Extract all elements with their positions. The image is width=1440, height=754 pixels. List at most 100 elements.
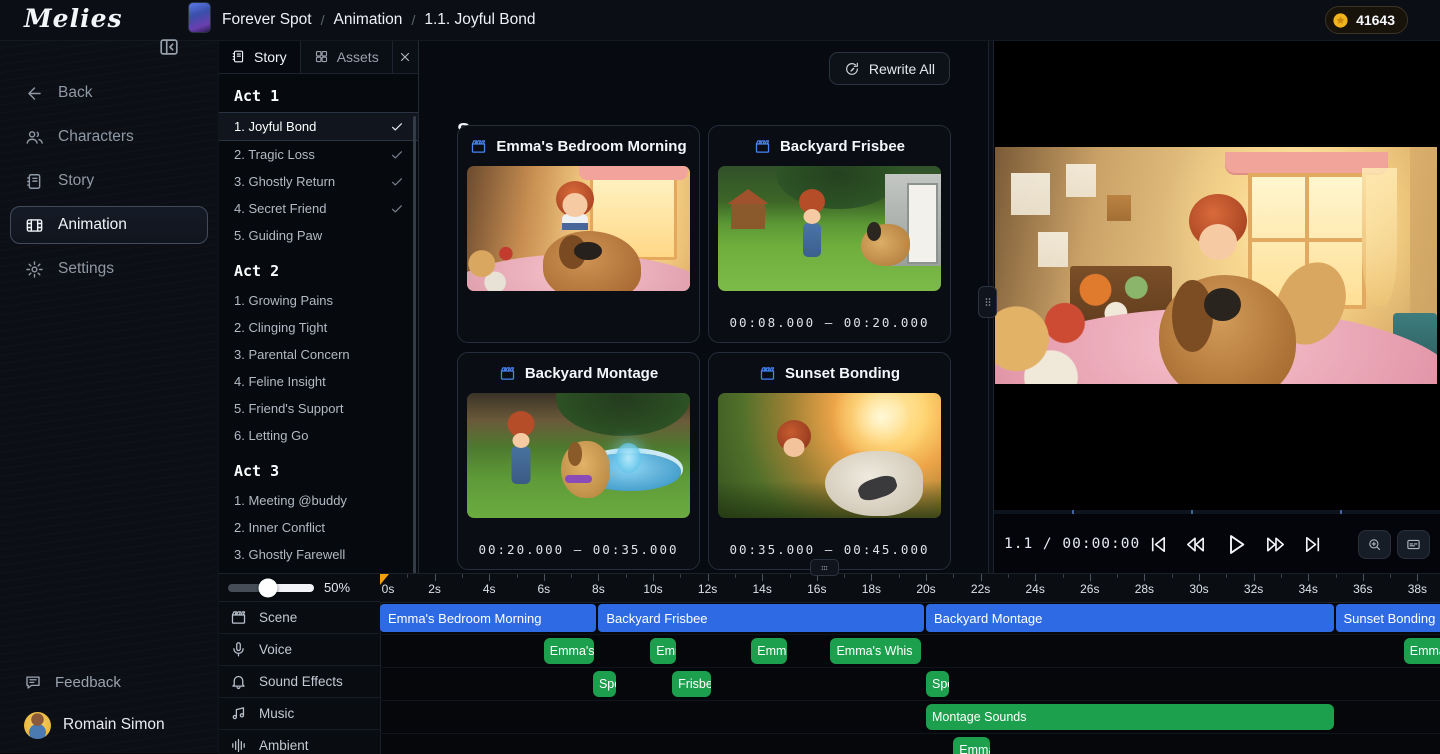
book-icon — [231, 49, 246, 64]
sidebar-item-back[interactable]: Back — [10, 74, 208, 112]
scene-list-item-3-ghostly-return[interactable]: 3. Ghostly Return — [218, 168, 418, 195]
skip-to-end-icon[interactable] — [1302, 533, 1325, 556]
tab-story[interactable]: Story — [218, 40, 301, 73]
ruler-tick — [1226, 574, 1227, 578]
timeline-lanes: Emma's Bedroom MorningBackyard FrisbeeBa… — [380, 602, 1440, 754]
scene-list-item-1-joyful-bond[interactable]: 1. Joyful Bond — [218, 112, 418, 141]
scene-card-backyard-montage[interactable]: Backyard Montage00:20.000 – 00:35.000 — [457, 352, 700, 570]
timeline-zoom-value: 50% — [324, 580, 350, 595]
scene-card-backyard-frisbee[interactable]: Backyard Frisbee00:08.000 – 00:20.000 — [708, 125, 951, 343]
fast-forward-icon[interactable] — [1264, 533, 1287, 556]
zoom-in-button[interactable] — [1358, 530, 1391, 559]
ruler-tick — [680, 574, 681, 578]
timeline-resize-handle[interactable] — [810, 559, 839, 576]
timeline-clip-spo[interactable]: Spo — [926, 671, 949, 697]
scene-list-item-label: 5. Guiding Paw — [234, 228, 322, 243]
sidebar-item-story[interactable]: Story — [10, 162, 208, 200]
ruler-label: 2s — [428, 582, 441, 596]
timeline-clip-backyard-frisbee[interactable]: Backyard Frisbee — [598, 604, 924, 632]
timeline-clip-emma[interactable]: Emma — [751, 638, 787, 664]
scene-list-item-6-letting-go[interactable]: 6. Letting Go — [218, 422, 418, 449]
play-icon[interactable] — [1222, 531, 1249, 558]
scene-list-item-4-secret-friend[interactable]: 4. Secret Friend — [218, 195, 418, 222]
sidebar-item-characters[interactable]: Characters — [10, 118, 208, 156]
scene-list-item-label: 1. Joyful Bond — [234, 119, 316, 134]
track-label: Scene — [259, 610, 297, 625]
sidebar-item-animation[interactable]: Animation — [10, 206, 208, 244]
ruler-tick — [653, 574, 654, 581]
breadcrumb-project[interactable]: Forever Spot — [222, 11, 312, 29]
check-icon — [390, 148, 404, 162]
timeline-clip-emma-s[interactable]: Emma's — [544, 638, 594, 664]
scene-list-item-4-feline-insight[interactable]: 4. Feline Insight — [218, 368, 418, 395]
ruler-tick — [598, 574, 599, 581]
ruler-label: 28s — [1135, 582, 1154, 596]
scene-list-item-2-inner-conflict[interactable]: 2. Inner Conflict — [218, 514, 418, 541]
ruler-tick — [1144, 574, 1145, 581]
ruler-tick — [708, 574, 709, 581]
track-label: Sound Effects — [259, 674, 343, 689]
scene-list-item-1-growing-pains[interactable]: 1. Growing Pains — [218, 287, 418, 314]
check-icon — [390, 120, 404, 134]
video-preview[interactable] — [995, 147, 1437, 384]
timeline-clip-sunset-bonding[interactable]: Sunset Bonding — [1336, 604, 1440, 632]
story-panel-scrollbar[interactable] — [413, 116, 416, 573]
ruler-tick — [1254, 574, 1255, 581]
captions-button[interactable] — [1397, 530, 1430, 559]
timeline-clip-emma[interactable]: Emma — [1404, 638, 1440, 664]
timeline-clip-emma[interactable]: Emma — [650, 638, 675, 664]
timeline-clip-montage-sounds[interactable]: Montage Sounds — [926, 704, 1334, 730]
timeline-clip-emma[interactable]: Emma — [953, 737, 989, 754]
tab-assets[interactable]: Assets — [301, 40, 393, 73]
slider-thumb[interactable] — [258, 578, 277, 597]
close-panel-button[interactable] — [393, 40, 418, 73]
feedback-button[interactable]: Feedback — [10, 665, 208, 699]
feedback-label: Feedback — [55, 674, 121, 691]
timeline-ruler[interactable]: 0s2s4s6s8s10s12s14s16s18s20s22s24s26s28s… — [380, 574, 1440, 603]
video-preview-panel — [992, 40, 1440, 513]
clip-label: Emma's Whis — [836, 644, 912, 658]
tab-story-label: Story — [254, 49, 287, 65]
clapperboard-icon — [754, 138, 771, 155]
scene-thumbnail — [467, 166, 690, 291]
sidebar-item-label: Animation — [58, 216, 127, 234]
ruler-label: 32s — [1244, 582, 1263, 596]
music-note-icon — [230, 705, 247, 722]
collapse-sidebar-icon[interactable] — [158, 36, 180, 58]
scene-list-item-1-meeting-buddy[interactable]: 1. Meeting @buddy — [218, 487, 418, 514]
scene-card-sunset-bonding[interactable]: Sunset Bonding00:35.000 – 00:45.000 — [708, 352, 951, 570]
rewrite-all-button[interactable]: Rewrite All — [829, 52, 950, 85]
timeline-clip-spo[interactable]: Spo — [593, 671, 616, 697]
panel-resize-handle[interactable] — [978, 286, 997, 318]
clapperboard-icon — [230, 609, 247, 626]
bell-icon — [230, 673, 247, 690]
track-header-music: Music — [218, 698, 380, 730]
timeline-clip-emma-s-bedroom-morning[interactable]: Emma's Bedroom Morning — [380, 604, 596, 632]
skip-to-start-icon[interactable] — [1146, 533, 1169, 556]
scene-card-emma-s-bedroom-morning[interactable]: Emma's Bedroom Morning — [457, 125, 700, 343]
rewrite-icon — [844, 61, 860, 77]
sidebar-item-settings[interactable]: Settings — [10, 250, 208, 288]
timeline-clip-backyard-montage[interactable]: Backyard Montage — [926, 604, 1334, 632]
scene-list-item-label: 5. Friend's Support — [234, 401, 343, 416]
ruler-tick — [517, 574, 518, 578]
ruler-label: 0s — [382, 582, 395, 596]
timeline-clip-frisbe[interactable]: Frisbe — [672, 671, 711, 697]
scene-list-item-2-clinging-tight[interactable]: 2. Clinging Tight — [218, 314, 418, 341]
scene-list-item-5-guiding-paw[interactable]: 5. Guiding Paw — [218, 222, 418, 249]
scene-list-item-3-ghostly-farewell[interactable]: 3. Ghostly Farewell — [218, 541, 418, 568]
breadcrumb-section[interactable]: Animation — [334, 11, 403, 29]
ruler-label: 4s — [483, 582, 496, 596]
ruler-tick — [544, 574, 545, 581]
credits-badge[interactable]: 41643 — [1325, 6, 1408, 34]
scene-list-item-2-tragic-loss[interactable]: 2. Tragic Loss — [218, 141, 418, 168]
timeline-clip-emma-s-whis[interactable]: Emma's Whis — [830, 638, 921, 664]
scene-card-title: Backyard Frisbee — [780, 138, 905, 155]
scene-list-item-5-friend-s-support[interactable]: 5. Friend's Support — [218, 395, 418, 422]
scene-list-item-3-parental-concern[interactable]: 3. Parental Concern — [218, 341, 418, 368]
playback-controls — [1146, 531, 1325, 558]
breadcrumb-scene[interactable]: 1.1. Joyful Bond — [424, 11, 535, 29]
user-menu[interactable]: Romain Simon — [0, 707, 218, 743]
timeline-zoom-slider[interactable] — [228, 584, 314, 592]
rewind-icon[interactable] — [1184, 533, 1207, 556]
